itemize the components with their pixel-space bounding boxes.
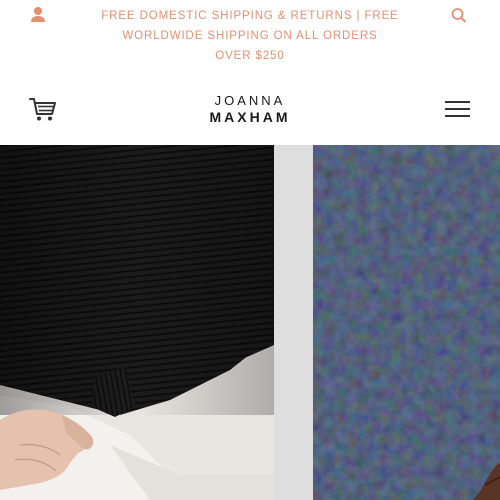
cart-button[interactable] bbox=[28, 95, 58, 123]
menu-button[interactable] bbox=[442, 97, 472, 121]
cart-icon bbox=[29, 98, 56, 121]
promo-line-2: WORLDWIDE SHIPPING ON ALL ORDERS bbox=[122, 30, 378, 42]
promo-line-1: FREE DOMESTIC SHIPPING & RETURNS | FREE bbox=[101, 10, 399, 22]
coat-photo bbox=[313, 145, 500, 500]
logo-line-1: JOANNA bbox=[214, 93, 286, 108]
brand-logo[interactable]: JOANNA MAXHAM bbox=[190, 93, 310, 126]
hero-image-coat[interactable] bbox=[313, 145, 500, 500]
shipping-promo: FREE DOMESTIC SHIPPING & RETURNS | FREE … bbox=[95, 6, 405, 66]
sweater-photo bbox=[0, 145, 274, 500]
hero-image-sweater[interactable] bbox=[0, 145, 274, 500]
announcement-bar: FREE DOMESTIC SHIPPING & RETURNS | FREE … bbox=[0, 0, 500, 75]
site-header: JOANNA MAXHAM bbox=[0, 75, 500, 145]
hero-divider bbox=[274, 145, 313, 500]
search-button[interactable] bbox=[448, 4, 470, 26]
logo-line-2: MAXHAM bbox=[209, 109, 291, 125]
search-icon bbox=[451, 8, 466, 23]
promo-line-3: OVER $250 bbox=[215, 50, 285, 62]
hamburger-menu-icon bbox=[445, 101, 470, 117]
account-icon bbox=[31, 7, 45, 22]
hero-banner bbox=[0, 145, 500, 500]
account-button[interactable] bbox=[26, 4, 50, 26]
